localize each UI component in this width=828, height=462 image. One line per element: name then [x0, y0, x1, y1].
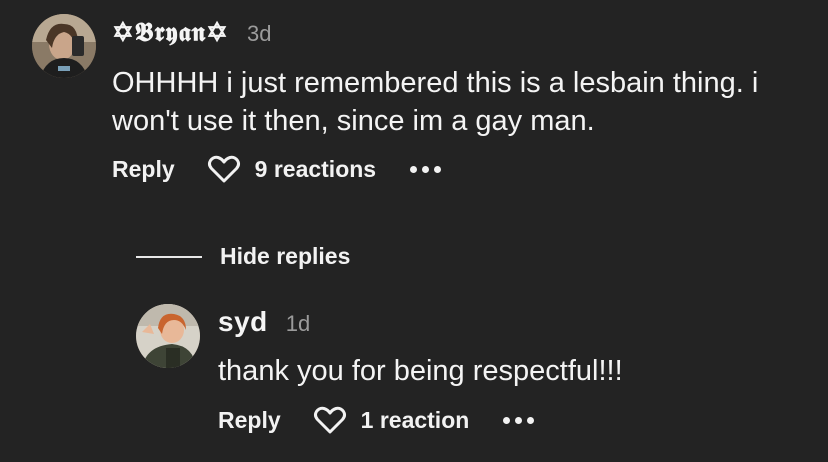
heart-icon[interactable] — [207, 154, 241, 184]
comment-header: ✡𝕭𝖗𝖞𝖆𝖓✡ 3d — [112, 18, 271, 49]
comment-header: syd 1d — [218, 306, 310, 338]
reactions-count: 9 reactions — [254, 155, 377, 182]
username[interactable]: ✡𝕭𝖗𝖞𝖆𝖓✡ — [112, 18, 229, 49]
hide-replies-label[interactable]: Hide replies — [220, 243, 350, 270]
more-options-icon[interactable] — [503, 416, 535, 424]
comment-actions: Reply 9 reactions — [112, 154, 442, 184]
reactions-button[interactable]: 1 reaction — [313, 405, 470, 435]
avatar-image — [32, 14, 96, 78]
timestamp: 3d — [246, 21, 272, 46]
reply-button[interactable]: Reply — [218, 407, 281, 434]
timestamp: 1d — [285, 311, 311, 336]
heart-icon[interactable] — [313, 405, 347, 435]
avatar-image — [136, 304, 200, 368]
comment-actions: Reply 1 reaction — [218, 405, 535, 435]
comment-text: thank you for being respectful!!! — [218, 355, 623, 387]
more-options-icon[interactable] — [410, 165, 442, 173]
reactions-count: 1 reaction — [360, 406, 470, 433]
reactions-button[interactable]: 9 reactions — [207, 154, 376, 184]
username[interactable]: syd — [218, 306, 268, 338]
avatar[interactable] — [136, 304, 200, 368]
hide-replies-toggle[interactable]: Hide replies — [136, 243, 350, 270]
divider-line — [136, 255, 202, 258]
avatar[interactable] — [32, 14, 96, 78]
reply-button[interactable]: Reply — [112, 156, 175, 183]
comment-text: OHHHH i just remembered this is a lesbai… — [112, 67, 759, 137]
